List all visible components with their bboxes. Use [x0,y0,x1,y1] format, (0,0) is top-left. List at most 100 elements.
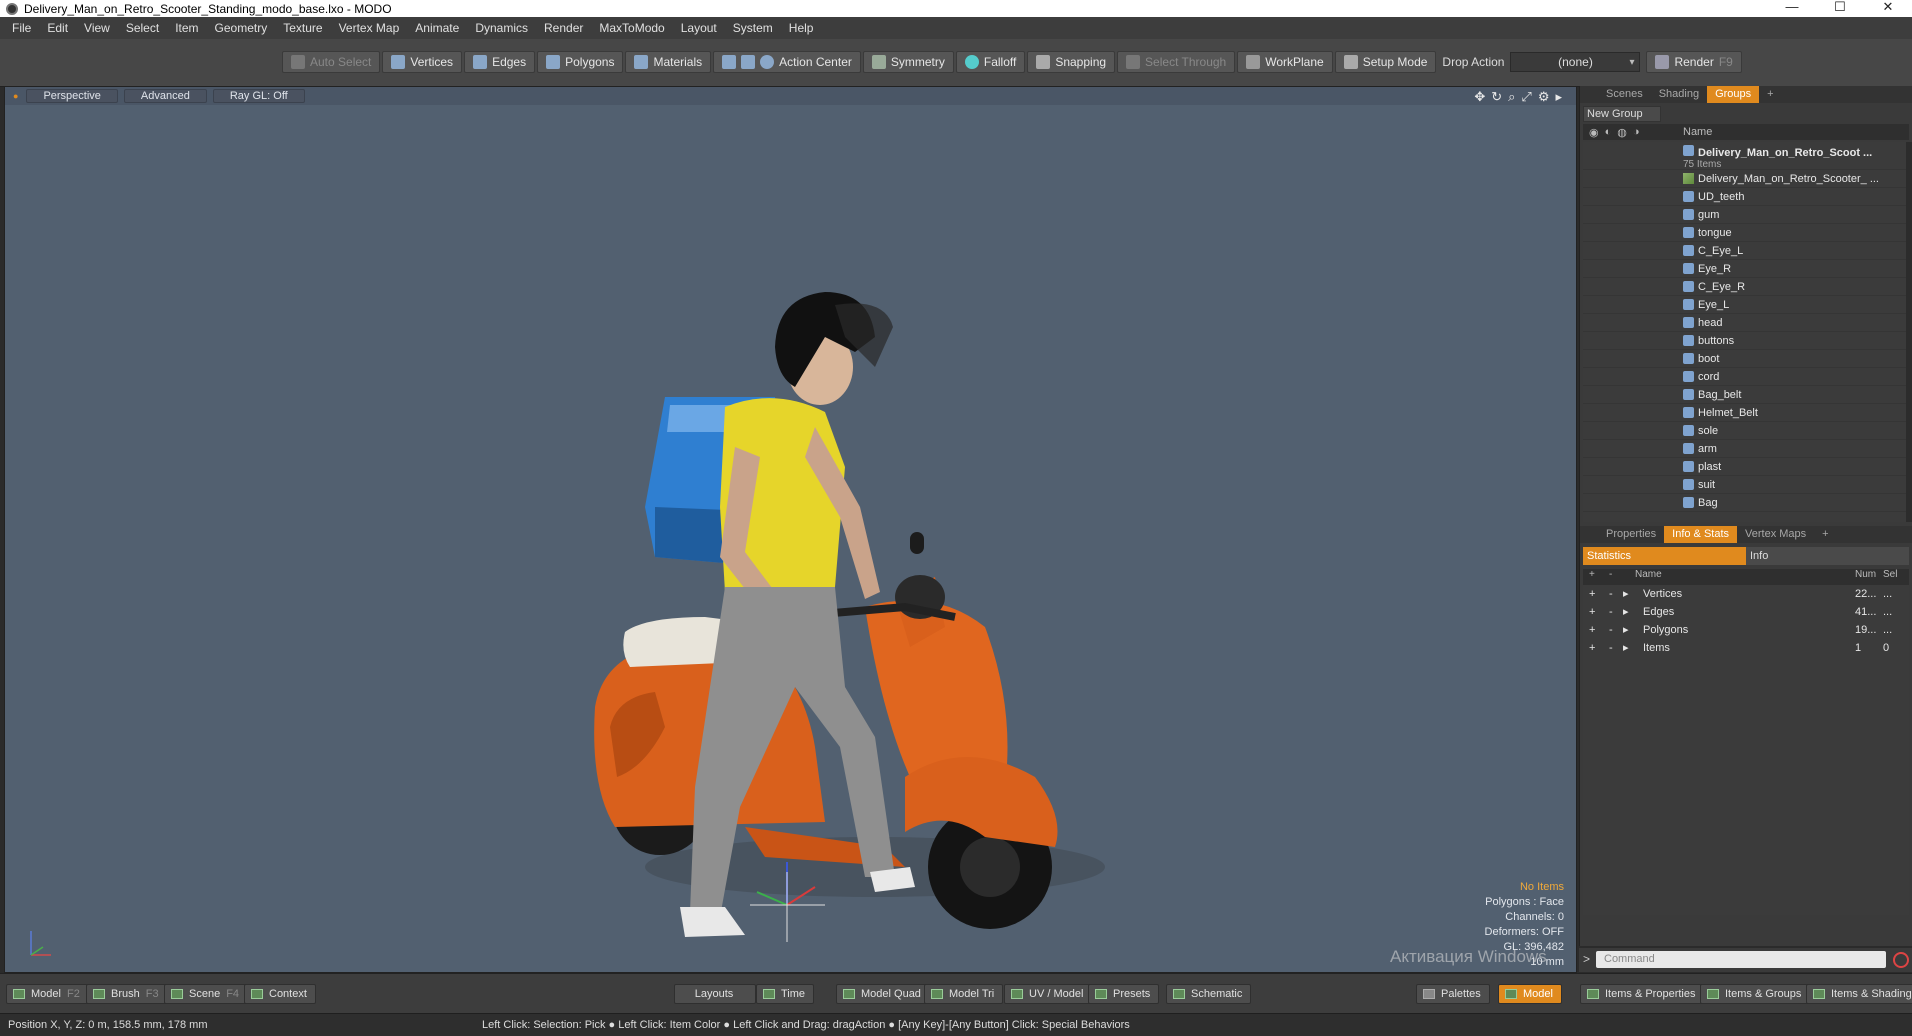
menu-layout[interactable]: Layout [673,21,725,35]
tree-item[interactable]: arm [1583,440,1909,458]
expand-plus-icon[interactable]: + [1589,639,1595,657]
presets-button[interactable]: Presets [1088,984,1160,1004]
minimize-button[interactable]: — [1768,0,1816,17]
expand-plus-icon[interactable]: + [1589,621,1595,639]
menu-animate[interactable]: Animate [407,21,467,35]
model-tri-button[interactable]: Model Tri [924,984,1004,1004]
tree-item[interactable]: C_Eye_R [1583,278,1909,296]
items-shading-button[interactable]: Items & Shading [1806,984,1912,1004]
gear-icon[interactable]: ⚙ [1538,89,1550,105]
snapping-button[interactable]: Snapping [1027,51,1116,73]
3d-viewport[interactable]: ● Perspective Advanced Ray GL: Off ✥ ↻ ⌕… [4,86,1577,973]
time-layout-button[interactable]: Time [756,984,815,1004]
symmetry-button[interactable]: Symmetry [862,51,954,73]
expand-triangle-icon[interactable]: ▸ [1623,621,1629,639]
items-properties-button[interactable]: Items & Properties [1580,984,1705,1004]
vertices-button[interactable]: Vertices [382,51,463,73]
menu-render[interactable]: Render [536,21,591,35]
lock-icon[interactable]: ◍ [1617,126,1627,139]
menu-dynamics[interactable]: Dynamics [467,21,536,35]
model-quad-button[interactable]: Model Quad [836,984,930,1004]
tree-item[interactable]: Delivery_Man_on_Retro_Scooter_ ... [1583,170,1909,188]
drop-action-select[interactable]: (none) [1510,52,1641,72]
tab-add[interactable]: + [1759,86,1781,103]
select-through-button[interactable]: Select Through [1117,51,1236,73]
model-right-button[interactable]: Model [1498,984,1562,1004]
layouts-button[interactable]: Layouts [674,984,756,1004]
tree-item[interactable]: tongue [1583,224,1909,242]
viewport-raygl-tab[interactable]: Ray GL: Off [212,89,305,103]
zoom-icon[interactable]: ⌕ [1508,89,1515,105]
tree-item[interactable]: cord [1583,368,1909,386]
menu-view[interactable]: View [76,21,118,35]
tree-item[interactable]: boot [1583,350,1909,368]
stats-row-items[interactable]: + - ▸ Items 1 0 [1583,639,1909,657]
tree-root-group[interactable]: Delivery_Man_on_Retro_Scoot ... 75 Items [1583,142,1909,170]
tab-add-info[interactable]: + [1814,526,1836,543]
command-history-icon[interactable] [1893,952,1909,968]
render-toggle-icon[interactable]: ◐ [1605,126,1612,139]
setup-mode-button[interactable]: Setup Mode [1334,51,1437,73]
menu-help[interactable]: Help [781,21,822,35]
command-input[interactable]: Command [1596,951,1886,968]
tree-item[interactable]: head [1583,314,1909,332]
menu-maxtomodo[interactable]: MaxToModo [591,21,672,35]
menu-edit[interactable]: Edit [39,21,76,35]
expand-triangle-icon[interactable]: ▸ [1623,603,1629,621]
render-button[interactable]: Render F9 [1646,51,1742,73]
menu-item[interactable]: Item [167,21,206,35]
workplane-button[interactable]: WorkPlane [1237,51,1333,73]
maximize-icon[interactable]: ⤢ [1521,89,1531,105]
scene-layout-button[interactable]: Scene F4 [164,984,249,1004]
model-layout-button[interactable]: Model F2 [6,984,89,1004]
menu-file[interactable]: File [4,21,39,35]
context-layout-button[interactable]: Context [244,984,316,1004]
polygons-button[interactable]: Polygons [537,51,624,73]
tab-info[interactable]: Info [1746,547,1909,565]
uv-model-button[interactable]: UV / Model [1004,984,1093,1004]
tab-groups[interactable]: Groups [1707,86,1760,103]
tree-item[interactable]: Bag [1583,494,1909,512]
tree-item[interactable]: UD_teeth [1583,188,1909,206]
stats-row-edges[interactable]: + - ▸ Edges 41... ... [1583,603,1909,621]
expand-triangle-icon[interactable]: ▸ [1623,585,1629,603]
tree-item[interactable]: C_Eye_L [1583,242,1909,260]
tree-item[interactable]: plast [1583,458,1909,476]
tree-item[interactable]: Eye_R [1583,260,1909,278]
tab-properties[interactable]: Properties [1598,526,1664,543]
menu-texture[interactable]: Texture [275,21,330,35]
rotate-icon[interactable]: ↻ [1491,89,1502,105]
tree-item[interactable]: suit [1583,476,1909,494]
tree-item[interactable]: buttons [1583,332,1909,350]
menu-select[interactable]: Select [118,21,167,35]
viewport-perspective-tab[interactable]: Perspective [26,89,118,103]
schematic-button[interactable]: Schematic [1166,984,1252,1004]
close-button[interactable]: ✕ [1864,0,1912,17]
stats-row-vertices[interactable]: + - ▸ Vertices 22... ... [1583,585,1909,603]
tree-item[interactable]: sole [1583,422,1909,440]
tab-scenes[interactable]: Scenes [1598,86,1651,103]
palettes-button[interactable]: Palettes [1416,984,1490,1004]
tab-vertex-maps[interactable]: Vertex Maps [1737,526,1814,543]
falloff-button[interactable]: Falloff [955,51,1026,73]
viewport-advanced-tab[interactable]: Advanced [123,89,207,103]
action-center-button[interactable]: Action Center [713,51,861,73]
new-group-button[interactable]: New Group [1583,106,1661,122]
maximize-button[interactable]: ☐ [1816,0,1864,17]
tab-shading[interactable]: Shading [1651,86,1707,103]
edges-button[interactable]: Edges [464,51,536,73]
expand-triangle-icon[interactable]: ▸ [1623,639,1629,657]
auto-select-button[interactable]: Auto Select [282,51,381,73]
menu-system[interactable]: System [725,21,781,35]
viewport-menu-icon[interactable]: ● [13,91,18,101]
stats-row-polygons[interactable]: + - ▸ Polygons 19... ... [1583,621,1909,639]
select-toggle-icon[interactable]: ◑ [1633,126,1640,139]
tree-item[interactable]: Helmet_Belt [1583,404,1909,422]
plus-icon[interactable]: + [1589,569,1595,580]
items-groups-button[interactable]: Items & Groups [1700,984,1811,1004]
minus-icon[interactable]: - [1609,569,1612,580]
eye-icon[interactable]: ◉ [1589,126,1599,139]
tab-info-stats[interactable]: Info & Stats [1664,526,1738,543]
groups-scrollbar[interactable] [1906,142,1912,522]
pan-icon[interactable]: ✥ [1474,89,1485,105]
